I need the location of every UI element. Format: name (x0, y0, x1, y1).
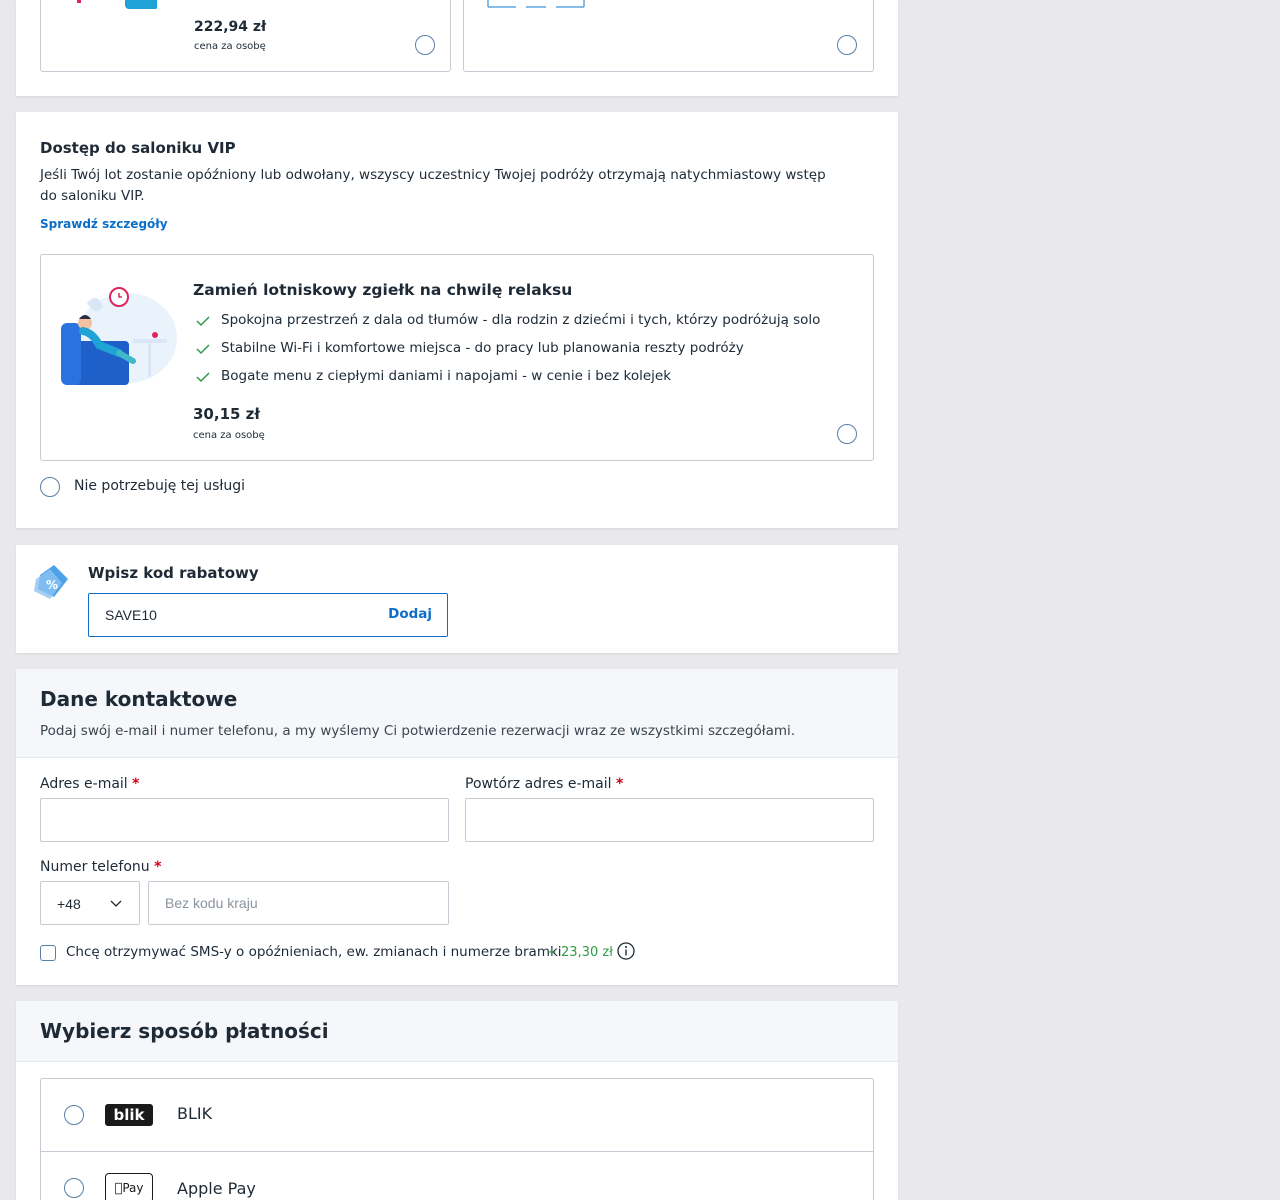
discount-title: Wpisz kod rabatowy (88, 564, 259, 582)
payment-method-label: Apple Pay (177, 1179, 256, 1198)
vip-decline-label: Nie potrzebuję tej usługi (74, 478, 246, 494)
discount-input-wrap: Dodaj (88, 593, 448, 637)
sms-label: Chcę otrzymywać SMS-y o opóźnieniach, ew… (66, 944, 562, 960)
blik-logo-icon: blik (105, 1104, 153, 1126)
payment-radio-blik[interactable] (64, 1105, 84, 1125)
lounge-illustration (57, 283, 177, 393)
vip-offer-heading: Zamień lotniskowy zgiełk na chwilę relak… (193, 281, 573, 299)
vip-offer-price-note: cena za osobę (193, 430, 265, 441)
vip-offer-radio[interactable] (837, 424, 857, 444)
payment-method-applepay[interactable]: Pay Apple Pay (40, 1151, 874, 1200)
offer-illustration (77, 0, 159, 11)
offer-option-left[interactable]: 222,94 zł cena za osobę (40, 0, 451, 72)
discount-tag-icon: % (32, 561, 72, 601)
email-label: Adres e-mail * (40, 776, 140, 792)
required-mark: * (615, 776, 624, 792)
payment-card: Wybierz sposób płatności blik BLIK Pay … (16, 1001, 898, 1200)
payment-method-label: BLIK (177, 1104, 213, 1123)
offer-radio-left[interactable] (415, 35, 435, 55)
sms-checkbox[interactable] (40, 945, 56, 961)
offer-radio-right[interactable] (837, 35, 857, 55)
vip-benefit-text: Bogate menu z ciepłymi daniami i napojam… (221, 368, 672, 384)
payment-title: Wybierz sposób płatności (40, 1019, 329, 1043)
country-code-select[interactable]: +48 (40, 881, 140, 925)
sms-price: + 23,30 zł (546, 945, 613, 960)
phone-label: Numer telefonu * (40, 859, 162, 875)
contact-header: Dane kontaktowe Podaj swój e-mail i nume… (16, 669, 898, 758)
vip-decline-radio[interactable] (40, 477, 60, 497)
vip-offer-price: 30,15 zł (193, 405, 260, 423)
check-icon (196, 344, 210, 355)
contact-card: Dane kontaktowe Podaj swój e-mail i nume… (16, 669, 898, 985)
discount-add-button[interactable]: Dodaj (388, 606, 432, 622)
vip-lounge-card: Dostęp do saloniku VIP Jeśli Twój lot zo… (16, 112, 898, 528)
vip-offer-box[interactable]: Zamień lotniskowy zgiełk na chwilę relak… (40, 254, 874, 461)
vip-title: Dostęp do saloniku VIP (40, 139, 236, 157)
offer-price-note: cena za osobę (194, 41, 266, 52)
offer-price: 222,94 zł (194, 19, 267, 35)
vip-benefit-3: Bogate menu z ciepłymi daniami i napojam… (193, 367, 853, 387)
vip-benefit-1: Spokojna przestrzeń z dala od tłumów - d… (193, 311, 853, 331)
offer-illustration-right (486, 0, 586, 9)
phone-number-field[interactable] (148, 881, 449, 925)
chevron-down-icon (110, 900, 122, 907)
contact-title: Dane kontaktowe (40, 687, 238, 711)
svg-text:%: % (46, 578, 58, 592)
vip-benefit-2: Stabilne Wi-Fi i komfortowe miejsca - do… (193, 339, 853, 359)
offer-option-right[interactable] (463, 0, 874, 72)
vip-decline-option[interactable]: Nie potrzebuję tej usługi (40, 476, 340, 498)
apple-pay-logo-icon: Pay (105, 1173, 153, 1200)
check-icon (196, 316, 210, 327)
vip-details-link[interactable]: Sprawdź szczegóły (40, 217, 168, 231)
discount-code-input[interactable] (89, 594, 369, 636)
email-repeat-label: Powtórz adres e-mail * (465, 776, 624, 792)
required-mark: * (132, 776, 140, 792)
email-field[interactable] (40, 798, 449, 842)
required-mark: * (154, 859, 162, 875)
protection-card: 222,94 zł cena za osobę (16, 0, 898, 96)
discount-card: % Wpisz kod rabatowy Dodaj (16, 545, 898, 653)
check-icon (196, 372, 210, 383)
contact-subtitle: Podaj swój e-mail i numer telefonu, a my… (40, 723, 796, 739)
email-repeat-field[interactable] (465, 798, 874, 842)
payment-header: Wybierz sposób płatności (16, 1001, 898, 1062)
sms-option[interactable]: Chcę otrzymywać SMS-y o opóźnieniach, ew… (16, 940, 898, 985)
vip-description: Jeśli Twój lot zostanie opóźniony lub od… (40, 167, 826, 204)
info-icon[interactable] (616, 941, 636, 961)
payment-radio-applepay[interactable] (64, 1178, 84, 1198)
country-code-value: +48 (57, 896, 81, 912)
payment-method-blik[interactable]: blik BLIK (40, 1078, 874, 1152)
vip-benefit-text: Stabilne Wi-Fi i komfortowe miejsca - do… (221, 340, 744, 356)
vip-benefit-text: Spokojna przestrzeń z dala od tłumów - d… (221, 312, 821, 328)
